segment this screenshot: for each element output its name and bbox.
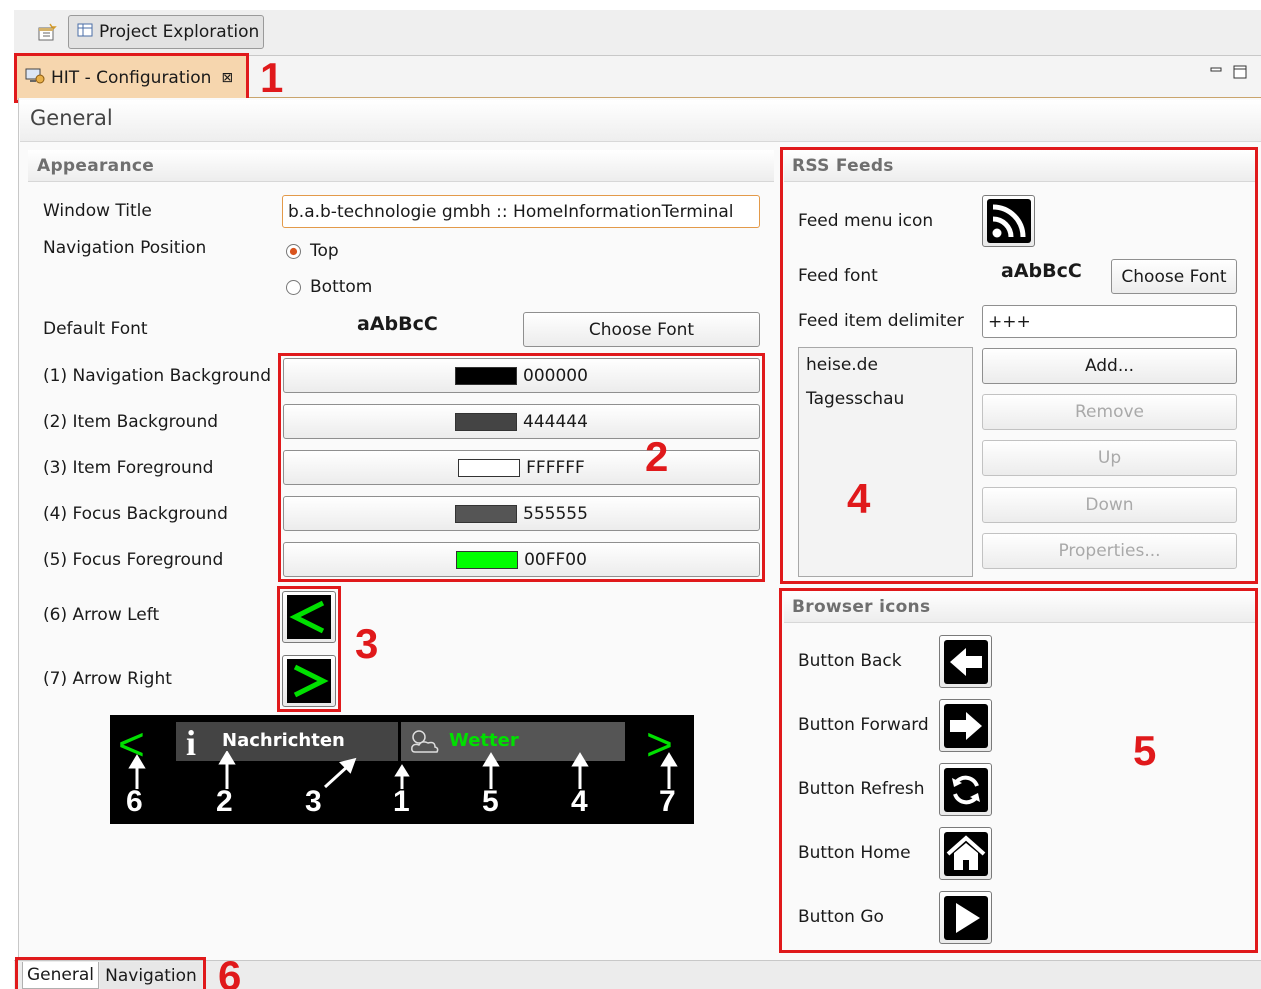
tab-label: Project Exploration <box>99 22 260 42</box>
color-label-item-bg: (2) Item Background <box>43 412 219 432</box>
tab-hit-configuration[interactable]: HIT - Configuration ⊠ <box>14 53 249 103</box>
arrow-right-label: (7) Arrow Right <box>43 669 172 689</box>
annotation-box-colors <box>278 353 765 582</box>
choose-font-button[interactable]: Choose Font <box>523 312 760 347</box>
navigation-preview: < i Nachrichten Wetter > 6 2 3 1 5 4 7 <box>110 715 694 824</box>
color-label-focus-bg: (4) Focus Background <box>43 504 228 524</box>
minimize-icon[interactable] <box>1209 64 1223 84</box>
preview-number: 2 <box>216 785 233 818</box>
annotation-box-arrows <box>277 586 341 712</box>
maximize-icon[interactable] <box>1233 64 1247 84</box>
annotation-number: 5 <box>1133 727 1157 774</box>
preview-number: 7 <box>659 785 676 818</box>
preview-number: 1 <box>393 785 410 818</box>
page-title: General <box>30 106 113 130</box>
window-controls <box>1209 64 1247 84</box>
radio-unselected-icon <box>286 279 301 295</box>
annotation-number: 1 <box>260 54 284 101</box>
navigation-position-label: Navigation Position <box>43 238 207 258</box>
preview-item-label: Wetter <box>449 730 519 751</box>
window-title-input[interactable]: b.a.b-technologie gmbh :: HomeInformatio… <box>282 195 760 228</box>
monitor-config-icon <box>25 67 45 90</box>
table-icon <box>77 22 93 43</box>
annotation-box-bottom-tabs <box>15 957 206 989</box>
arrow-left-label: (6) Arrow Left <box>43 605 160 625</box>
preview-number: 6 <box>126 785 143 818</box>
annotation-number: 2 <box>645 433 669 480</box>
default-font-sample: aAbBcC <box>357 313 438 335</box>
radio-top-label: Top <box>310 241 339 261</box>
radio-bottom[interactable]: Bottom <box>285 277 372 297</box>
annotation-number: 3 <box>355 620 379 667</box>
window-title-label: Window Title <box>43 201 152 221</box>
appearance-heading: Appearance <box>37 156 155 176</box>
annotation-number: 4 <box>847 475 871 522</box>
open-perspective-icon[interactable] <box>34 20 60 46</box>
preview-item-label: Nachrichten <box>222 730 345 751</box>
color-label-nav-bg: (1) Navigation Background <box>43 366 271 386</box>
annotation-number: 6 <box>218 952 242 989</box>
close-icon[interactable]: ⊠ <box>221 70 233 86</box>
color-label-item-fg: (3) Item Foreground <box>43 458 214 478</box>
tab-label: HIT - Configuration <box>51 68 212 88</box>
color-label-focus-fg: (5) Focus Foreground <box>43 550 224 570</box>
radio-bottom-label: Bottom <box>310 277 373 297</box>
radio-selected-icon <box>286 243 301 259</box>
tab-project-exploration[interactable]: Project Exploration <box>68 15 264 49</box>
preview-number: 4 <box>571 785 588 818</box>
preview-number: 3 <box>305 785 322 818</box>
page-title-bar <box>20 100 1261 142</box>
preview-number: 5 <box>482 785 499 818</box>
default-font-label: Default Font <box>43 319 148 339</box>
annotation-box-browser-icons <box>779 588 1258 953</box>
radio-top[interactable]: Top <box>285 241 339 261</box>
